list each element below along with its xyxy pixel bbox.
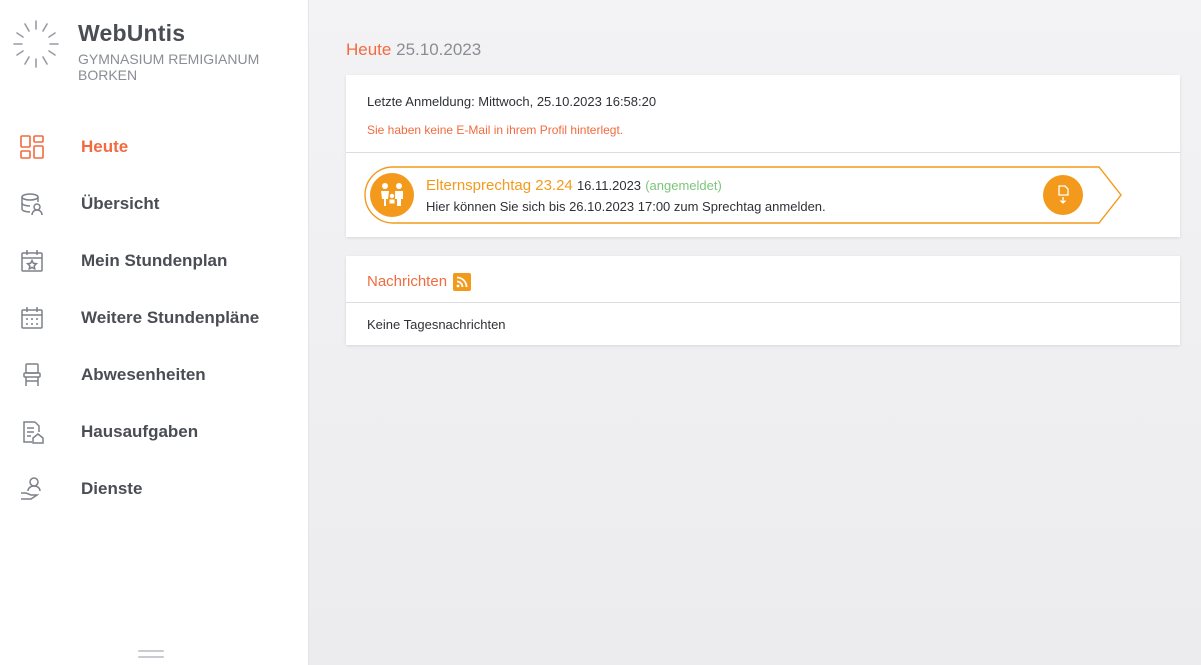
chair-icon <box>17 360 47 390</box>
overview-icon <box>17 189 47 219</box>
brand-text: WebUntis GYMNASIUM REMIGIANUM BORKEN <box>78 20 278 83</box>
divider <box>346 302 1180 303</box>
event-description: Hier können Sie sich bis 26.10.2023 17:0… <box>426 199 826 214</box>
calendar-grid-icon <box>17 303 47 333</box>
menu-toggle-icon[interactable] <box>138 650 164 660</box>
event-status: (angemeldet) <box>645 178 722 193</box>
brand-title: WebUntis <box>78 20 186 46</box>
calendar-star-icon <box>17 246 47 276</box>
sidebar: WebUntis GYMNASIUM REMIGIANUM BORKEN Heu… <box>0 0 309 665</box>
main-nav: Heute Übersicht Mein Stundenplan Weitere… <box>0 118 309 517</box>
nav-item-dienste[interactable]: Dienste <box>0 460 309 517</box>
news-card: Nachrichten Keine Tagesnachrichten <box>346 256 1180 345</box>
page-title-date: 25.10.2023 <box>396 40 482 59</box>
page-title: Heute 25.10.2023 <box>346 40 481 60</box>
nav-item-abwesenheiten[interactable]: Abwesenheiten <box>0 346 309 403</box>
nav-label: Dienste <box>81 478 143 498</box>
news-empty-text: Keine Tagesnachrichten <box>367 317 506 332</box>
brand[interactable]: WebUntis GYMNASIUM REMIGIANUM BORKEN <box>10 18 278 83</box>
service-hand-icon <box>17 474 47 504</box>
webuntis-logo-icon <box>13 20 59 68</box>
divider <box>346 152 1180 153</box>
last-login-text: Letzte Anmeldung: Mittwoch, 25.10.2023 1… <box>367 94 657 109</box>
event-banner-frame <box>364 166 1122 224</box>
nav-item-weitere-stundenplaene[interactable]: Weitere Stundenpläne <box>0 289 309 346</box>
event-title: Elternsprechtag 23.24 16.11.2023 (angeme… <box>426 177 722 194</box>
nav-label: Übersicht <box>81 193 160 213</box>
event-banner[interactable]: Elternsprechtag 23.24 16.11.2023 (angeme… <box>364 166 1122 224</box>
pdf-download-icon <box>1058 185 1069 204</box>
info-card: Letzte Anmeldung: Mittwoch, 25.10.2023 1… <box>346 75 1180 237</box>
nav-item-mein-stundenplan[interactable]: Mein Stundenplan <box>0 232 309 289</box>
nav-label: Mein Stundenplan <box>81 250 228 270</box>
pdf-download-button[interactable] <box>1043 175 1083 215</box>
dashboard-icon <box>17 132 47 162</box>
homework-icon <box>17 417 47 447</box>
nav-label: Weitere Stundenpläne <box>81 307 260 327</box>
email-warning-link[interactable]: Sie haben keine E-Mail in ihrem Profil h… <box>367 123 623 137</box>
nav-label: Hausaufgaben <box>81 421 199 441</box>
nav-item-uebersicht[interactable]: Übersicht <box>0 175 309 232</box>
main-content: Heute 25.10.2023 Letzte Anmeldung: Mittw… <box>309 0 1201 665</box>
page-title-label: Heute <box>346 40 392 59</box>
nav-item-heute[interactable]: Heute <box>0 118 309 175</box>
news-header: Nachrichten <box>367 271 472 291</box>
news-title: Nachrichten <box>367 272 448 290</box>
event-date: 16.11.2023 <box>576 178 642 193</box>
school-name: GYMNASIUM REMIGIANUM BORKEN <box>78 51 278 83</box>
parents-icon <box>370 173 414 217</box>
event-name: Elternsprechtag 23.24 <box>426 177 573 194</box>
nav-label: Abwesenheiten <box>81 364 206 384</box>
nav-item-hausaufgaben[interactable]: Hausaufgaben <box>0 403 309 460</box>
rss-feed-icon[interactable] <box>453 273 472 291</box>
nav-label: Heute <box>81 136 129 156</box>
school-name-line1: GYMNASIUM REMIGIANUM <box>78 51 260 67</box>
school-name-line2: BORKEN <box>78 67 138 83</box>
